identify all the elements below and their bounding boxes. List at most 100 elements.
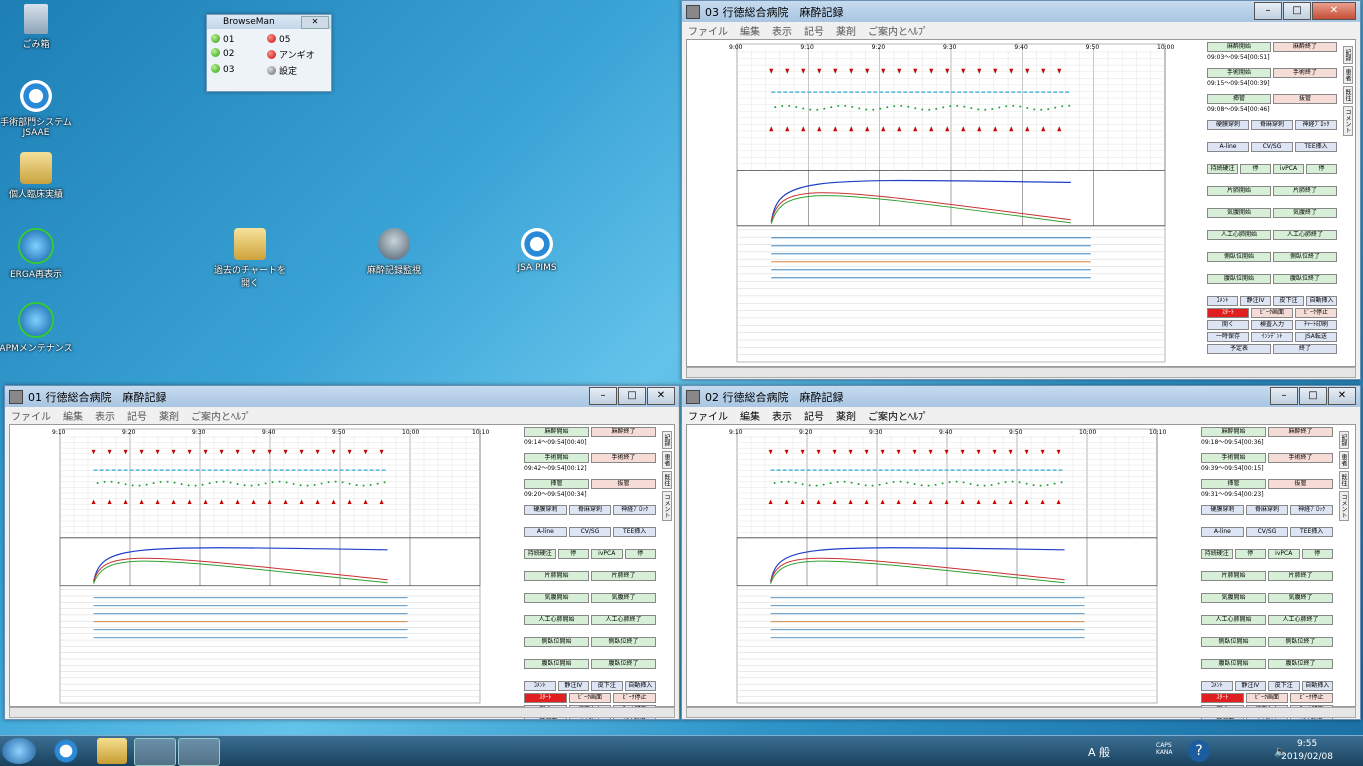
event-button[interactable]: 停 [624, 549, 656, 559]
tray-text[interactable]: A 般 [1088, 744, 1110, 760]
event-button[interactable]: 側臥位終了 [1268, 637, 1333, 647]
event-button[interactable]: 検査入力 [1251, 320, 1293, 330]
vertical-tab[interactable]: 既往 [662, 471, 672, 489]
event-button[interactable]: 持続硬注 [1201, 549, 1233, 559]
event-button[interactable]: 挿管 [1207, 94, 1271, 104]
vertical-tab[interactable]: コメント [1343, 106, 1353, 136]
event-button[interactable]: 終了 [1273, 344, 1337, 354]
event-button[interactable]: ivPCA [1268, 549, 1300, 559]
horizontal-scrollbar[interactable] [686, 707, 1356, 718]
event-button[interactable]: CV/SG [568, 527, 612, 537]
chart-taskbar-icon[interactable] [178, 738, 220, 766]
event-button[interactable]: 腹臥位開始 [1201, 659, 1266, 669]
event-button[interactable]: ｲﾝｼﾃﾞﾝﾄ [1251, 332, 1293, 342]
close-button[interactable]: ✕ [1312, 2, 1356, 20]
horizontal-scrollbar[interactable] [9, 707, 675, 718]
event-button[interactable]: 手術開始 [1207, 68, 1271, 78]
event-button[interactable]: 停 [1234, 549, 1266, 559]
close-icon[interactable]: ✕ [301, 16, 329, 29]
event-button[interactable]: 片肺終了 [1273, 186, 1337, 196]
event-button[interactable]: 静注IV [1234, 681, 1266, 691]
event-button[interactable]: 腹臥位開始 [524, 659, 589, 669]
vertical-tab[interactable]: 記録 [662, 431, 672, 449]
event-button[interactable]: ｽﾀｰﾄ [1201, 693, 1244, 703]
event-button[interactable]: 人工心肺終了 [591, 615, 656, 625]
menu-help[interactable]: ご案内とﾍﾙﾌﾟ [868, 408, 928, 423]
event-button[interactable]: 皮下注 [1273, 296, 1304, 306]
event-button[interactable]: 硬膜穿刺 [524, 505, 567, 515]
close-button[interactable]: ✕ [1328, 387, 1356, 405]
desktop-icon-past-chart[interactable]: 過去のチャートを開く [210, 228, 290, 289]
event-button[interactable]: TEE挿入 [1290, 527, 1334, 537]
event-button[interactable]: 腹臥位終了 [1273, 274, 1337, 284]
event-button[interactable]: TEE挿入 [613, 527, 657, 537]
event-button[interactable]: 気腹開始 [1207, 208, 1271, 218]
event-button[interactable]: 気腹終了 [591, 593, 656, 603]
event-button[interactable]: ｽﾀｰﾄ [1207, 308, 1249, 318]
event-button[interactable]: 麻酔開始 [1207, 42, 1271, 52]
menu-edit[interactable]: 編集 [63, 408, 83, 423]
menu-file[interactable]: ファイル [688, 408, 728, 423]
event-button[interactable]: ﾋﾞｰｸ画面 [568, 693, 612, 703]
clock[interactable]: 9:55 2019/02/08 [1281, 738, 1333, 764]
ie-taskbar-icon[interactable] [46, 738, 86, 764]
desktop-icon-erga[interactable]: ERGA再表示 [0, 228, 76, 280]
start-button[interactable] [2, 738, 36, 764]
event-button[interactable]: 静注IV [557, 681, 589, 691]
maximize-button[interactable]: □ [1299, 387, 1327, 405]
menu-edit[interactable]: 編集 [740, 408, 760, 423]
menu-view[interactable]: 表示 [772, 408, 792, 423]
explorer-taskbar-icon[interactable] [97, 738, 127, 764]
event-button[interactable]: 脊麻穿刺 [1251, 120, 1293, 130]
event-button[interactable]: 麻酔終了 [1268, 427, 1333, 437]
event-button[interactable]: 手術終了 [591, 453, 656, 463]
menu-symbol[interactable]: 記号 [127, 408, 147, 423]
event-button[interactable]: TEE挿入 [1295, 142, 1337, 152]
event-button[interactable]: ﾋﾞｰｸ停止 [613, 693, 657, 703]
vertical-tab[interactable]: 患者 [1339, 451, 1349, 469]
event-button[interactable]: 静注IV [1240, 296, 1271, 306]
event-button[interactable]: 神経ﾌﾞﾛｯｸ [613, 505, 657, 515]
event-button[interactable]: 停 [557, 549, 589, 559]
vertical-tab[interactable]: 既往 [1339, 471, 1349, 489]
menu-help[interactable]: ご案内とﾍﾙﾌﾟ [868, 23, 928, 38]
event-button[interactable]: 側臥位開始 [1201, 637, 1266, 647]
vertical-tab[interactable]: 既往 [1343, 86, 1353, 104]
event-button[interactable]: 開く [1207, 320, 1249, 330]
event-button[interactable]: 手術開始 [1201, 453, 1266, 463]
event-button[interactable]: 手術終了 [1273, 68, 1337, 78]
event-button[interactable]: 自動挿入 [1301, 681, 1333, 691]
event-button[interactable]: A-line [524, 527, 567, 537]
browseman-item-angio[interactable]: アンギオ [267, 48, 323, 61]
event-button[interactable]: 硬膜穿刺 [1207, 120, 1249, 130]
event-button[interactable]: 停 [1301, 549, 1333, 559]
event-button[interactable]: 側臥位開始 [524, 637, 589, 647]
event-button[interactable]: ﾋﾞｰｸ停止 [1290, 693, 1334, 703]
event-button[interactable]: 脊麻穿刺 [568, 505, 612, 515]
desktop-icon-clinical-record[interactable]: 個人臨床実績 [0, 152, 76, 200]
event-button[interactable]: 抜管 [591, 479, 656, 489]
event-button[interactable]: A-line [1201, 527, 1244, 537]
horizontal-scrollbar[interactable] [686, 367, 1356, 378]
desktop-icon-apm[interactable]: APMメンテナンス [0, 302, 76, 354]
desktop-icon-jsa-pims[interactable]: JSA PIMS [497, 228, 577, 273]
menu-drug[interactable]: 薬剤 [159, 408, 179, 423]
browseman-item-03[interactable]: 03 [211, 64, 267, 77]
event-button[interactable]: 片肺終了 [591, 571, 656, 581]
menu-file[interactable]: ファイル [688, 23, 728, 38]
event-button[interactable]: 麻酔終了 [591, 427, 656, 437]
event-button[interactable]: 硬膜穿刺 [1201, 505, 1244, 515]
minimize-button[interactable]: – [589, 387, 617, 405]
event-button[interactable]: ｽﾀｰﾄ [524, 693, 567, 703]
menu-symbol[interactable]: 記号 [804, 23, 824, 38]
maximize-button[interactable]: □ [618, 387, 646, 405]
event-button[interactable]: 手術開始 [524, 453, 589, 463]
event-button[interactable]: 抜管 [1268, 479, 1333, 489]
menu-edit[interactable]: 編集 [740, 23, 760, 38]
event-button[interactable]: 人工心肺開始 [1201, 615, 1266, 625]
menu-view[interactable]: 表示 [95, 408, 115, 423]
event-button[interactable]: 持続硬注 [1207, 164, 1238, 174]
event-button[interactable]: 側臥位終了 [1273, 252, 1337, 262]
event-button[interactable]: 停 [1306, 164, 1337, 174]
vertical-tab[interactable]: コメント [1339, 491, 1349, 521]
